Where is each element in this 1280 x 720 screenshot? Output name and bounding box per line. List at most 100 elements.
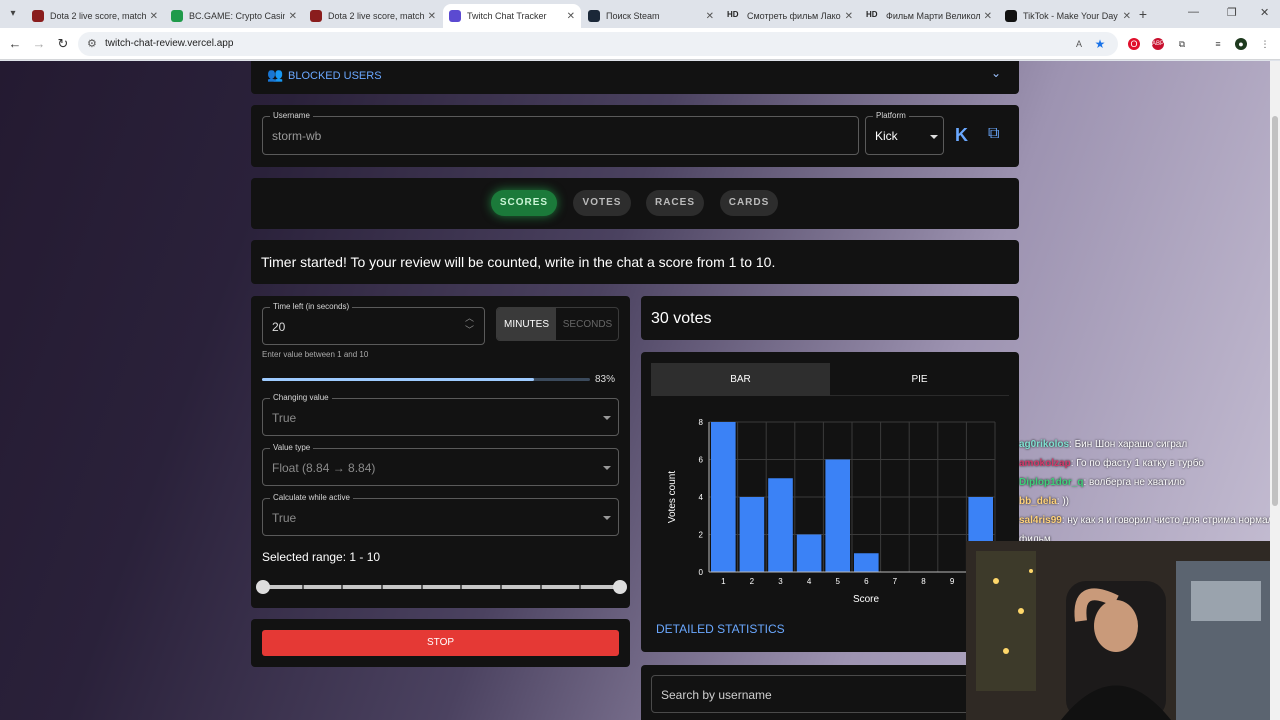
chart-xtick-label: 5 [835,577,840,586]
translate-icon[interactable]: A [1073,38,1085,50]
votes-bar-chart: 0246812345678910ScoreVotes count [667,418,996,604]
platform-value[interactable]: Kick [875,129,898,143]
platform-select[interactable]: Platform Kick [865,111,944,155]
menu-icon[interactable]: ⋮ [1259,38,1271,50]
tab-votes[interactable]: VOTES [573,190,631,216]
calc-active-value[interactable]: True [272,511,296,525]
tab-favicon-icon [1005,10,1017,22]
tab-close-icon[interactable]: ✕ [845,11,853,22]
changing-value-value[interactable]: True [272,411,296,425]
site-info-icon[interactable]: ⚙ [87,37,101,51]
bookmark-star-icon[interactable]: ★ [1094,38,1106,50]
chart-tab-bar[interactable]: BAR [651,363,830,396]
chat-message: amokolzap: Го по фасту 1 катку в турбо [1019,454,1270,473]
chart-x-axis-title: Score [853,594,880,604]
back-icon[interactable]: ← [7,36,23,52]
browser-tab[interactable]: Поиск Steam ✕ [582,4,720,28]
browser-tab[interactable]: TikTok - Make Your Day ✕ [999,4,1137,28]
profile-avatar[interactable]: ● [1235,38,1247,50]
timer-progress-fill [262,378,535,381]
copy-icon[interactable]: ⧉ [988,125,999,143]
stop-button[interactable]: STOP [262,630,619,656]
username-field[interactable]: Username storm-wb [262,111,859,155]
browser-tab[interactable]: BC.GAME: Crypto Casino ✕ [165,4,303,28]
tab-close-icon[interactable]: ✕ [428,11,436,22]
value-type-select[interactable]: Value type Float (8.84 → 8.84) [262,443,619,486]
stop-card: STOP [251,619,630,667]
address-bar[interactable]: ⚙ twitch-chat-review.vercel.app [78,32,1118,56]
adblock-icon[interactable]: ABP [1152,38,1164,50]
tab-close-icon[interactable]: ✕ [289,11,297,22]
minimize-icon[interactable]: — [1188,6,1199,18]
range-slider-tick [500,585,502,589]
tab-close-icon[interactable]: ✕ [984,11,992,22]
reading-list-icon[interactable]: ≡ [1212,38,1224,50]
chart-tab-pie[interactable]: PIE [830,363,1009,396]
range-slider-tick [341,585,344,589]
stepper-arrows-icon[interactable]: ︿ ﹀ [465,312,474,336]
time-hint: Enter value between 1 and 10 [262,350,369,359]
tab-title: Фильм Марти Великолеп [886,11,980,21]
tab-close-icon[interactable]: ✕ [706,11,714,22]
chat-text: : )) [1056,496,1070,507]
browser-toolbar: ← → ↻ ⚙ twitch-chat-review.vercel.app A … [0,28,1280,60]
calc-active-select[interactable]: Calculate while active True [262,493,619,536]
tab-cards[interactable]: CARDS [720,190,778,216]
detailed-statistics-link[interactable]: DETAILED STATISTICS [656,622,785,636]
page-scrollbar[interactable] [1270,61,1280,720]
chart-bar [825,459,850,572]
time-left-input[interactable]: Time left (in seconds) 20 ︿ ﹀ [262,302,485,345]
chart-xtick-label: 1 [721,577,726,586]
browser-tab[interactable]: HD Фильм Марти Великолеп ✕ [860,4,998,28]
chevron-down-icon[interactable]: ⌄ [991,66,1001,80]
unit-seconds-button[interactable]: SECONDS [556,308,618,340]
search-input[interactable]: Search by username [651,675,1009,713]
extensions-icon[interactable]: ⧉ [1176,38,1188,50]
chat-text: : Го по фасту 1 катку в турбо [1070,458,1204,469]
page-scrollbar-thumb[interactable] [1272,116,1278,506]
close-window-icon[interactable]: ✕ [1260,6,1269,19]
kick-logo-icon[interactable]: K [955,125,968,146]
time-left-label: Time left (in seconds) [270,302,353,311]
reload-icon[interactable]: ↻ [55,36,71,52]
search-placeholder[interactable]: Search by username [661,688,772,702]
time-left-value[interactable]: 20 [272,320,285,334]
votes-count: 30 votes [651,310,712,327]
browser-tab[interactable]: Twitch Chat Tracker ✕ [443,4,581,28]
platform-label: Platform [873,111,909,120]
chat-message: ag0rikolos: Бин Шон харашо сиграл [1019,435,1270,454]
chart-ytick-label: 0 [699,568,704,577]
address-url[interactable]: twitch-chat-review.vercel.app [105,38,233,49]
tab-title: TikTok - Make Your Day [1023,11,1118,21]
chart-ytick-label: 8 [699,418,704,427]
chat-message: bb_dela: )) [1019,492,1270,511]
username-value[interactable]: storm-wb [272,129,321,143]
range-slider-max-handle[interactable] [613,580,627,594]
browser-tab[interactable]: Dota 2 live score, match s ✕ [26,4,164,28]
chat-username: ag0rikolos [1019,439,1070,450]
tab-races[interactable]: RACES [646,190,704,216]
range-slider-min-handle[interactable] [256,580,270,594]
tab-close-icon[interactable]: ✕ [1123,11,1131,22]
changing-value-select[interactable]: Changing value True [262,393,619,436]
browser-tab[interactable]: Dota 2 live score, match s ✕ [304,4,442,28]
forward-icon[interactable]: → [31,36,47,52]
chart-ytick-label: 4 [699,493,704,502]
chat-username: bb_dela [1019,496,1057,507]
blocked-users-accordion[interactable]: 👥 BLOCKED USERS ⌄ [251,61,1019,94]
tab-scores[interactable]: SCORES [491,190,557,216]
tab-close-icon[interactable]: ✕ [567,11,575,22]
opera-extension-icon[interactable]: O [1128,38,1140,50]
new-tab-button[interactable]: + [1135,6,1151,22]
browser-tab[interactable]: HD Смотреть фильм Лакомс ✕ [721,4,859,28]
tab-search-icon[interactable]: ▾ [6,7,20,21]
unit-minutes-button[interactable]: MINUTES [497,308,556,340]
chart-xtick-label: 3 [778,577,783,586]
value-type-value[interactable]: Float (8.84 → 8.84) [272,461,375,475]
range-slider-track[interactable] [256,580,627,594]
maximize-icon[interactable]: ❐ [1227,6,1237,19]
tab-title: Twitch Chat Tracker [467,11,547,21]
webcam-scene [966,541,1270,720]
tab-close-icon[interactable]: ✕ [150,11,158,22]
tab-favicon-icon [310,10,322,22]
